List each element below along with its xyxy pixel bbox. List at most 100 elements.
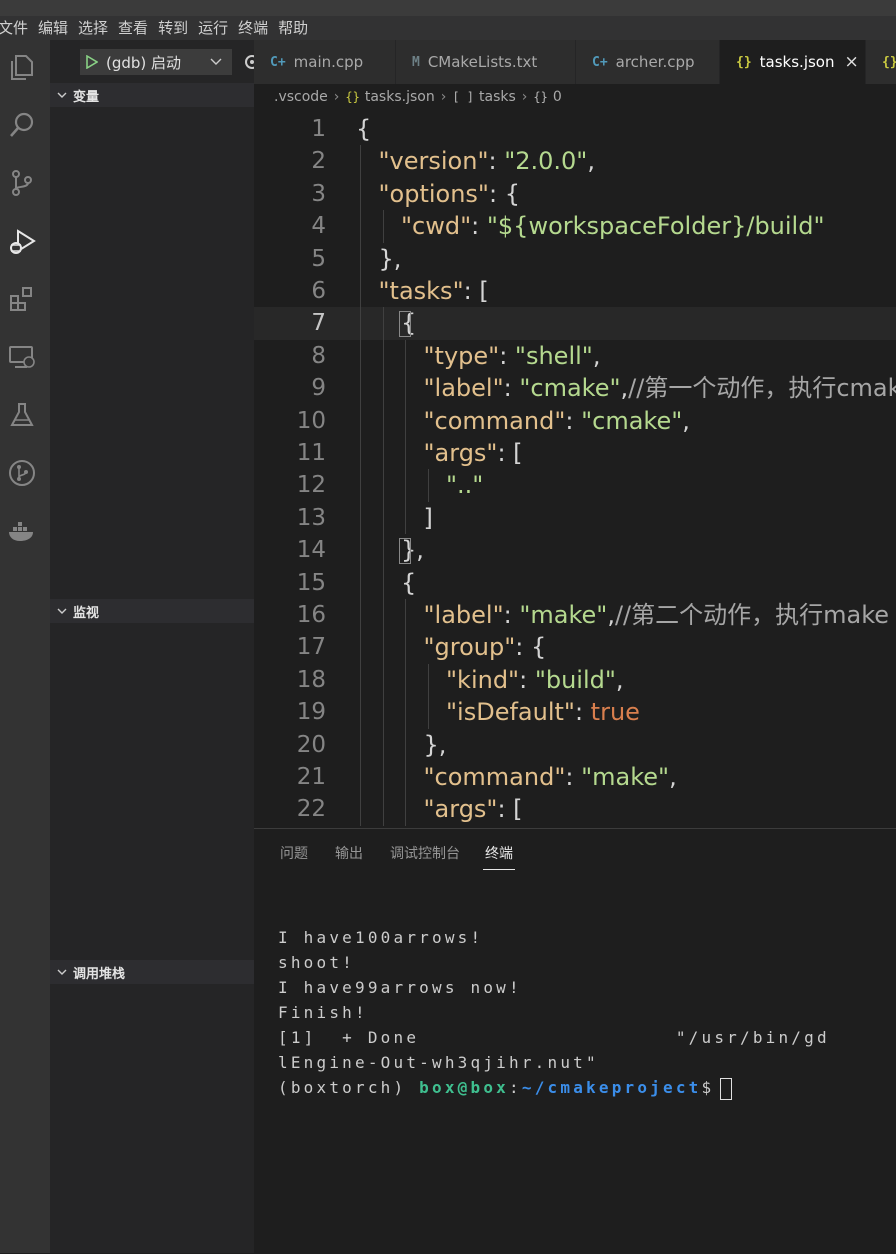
file-type-icon: C+ bbox=[592, 55, 608, 70]
menu-item[interactable]: 查看 bbox=[118, 16, 152, 40]
menu-item[interactable]: 选择 bbox=[78, 16, 112, 40]
run-debug-icon[interactable] bbox=[5, 224, 39, 258]
code-line[interactable]: 4"cwd": "${workspaceFolder}/build" bbox=[254, 210, 896, 242]
code-line[interactable]: 9"label": "cmake",//第一个动作，执行cmake bbox=[254, 372, 896, 404]
line-number: 6 bbox=[254, 275, 326, 307]
code-line[interactable]: 18"kind": "build", bbox=[254, 664, 896, 696]
code-line[interactable]: 11"args": [ bbox=[254, 437, 896, 469]
terminal-line: lEngine-Out-wh3qjihr.nut" bbox=[278, 1050, 830, 1075]
breadcrumb-file[interactable]: tasks.json bbox=[365, 89, 435, 105]
extensions-icon[interactable] bbox=[5, 282, 39, 316]
call-stack-section-header[interactable]: 调用堆栈 bbox=[50, 960, 254, 984]
panel-tab[interactable]: 输出 bbox=[335, 843, 363, 863]
code-line[interactable]: 15{ bbox=[254, 567, 896, 599]
menu-item[interactable]: 文件 bbox=[0, 16, 32, 40]
line-number: 7 bbox=[254, 307, 326, 339]
code-token: "${workspaceFolder}/build" bbox=[487, 212, 825, 240]
code-line[interactable]: 5}, bbox=[254, 243, 896, 275]
code-token: : [ bbox=[464, 277, 489, 305]
menu-item[interactable]: 帮助 bbox=[278, 16, 312, 40]
breadcrumb-folder[interactable]: .vscode bbox=[274, 89, 328, 105]
line-number: 18 bbox=[254, 664, 326, 696]
terminal-prompt[interactable]: (boxtorch) box@box:~/cmakeproject$ bbox=[278, 1075, 830, 1100]
editor-tab[interactable]: C+ archer.cpp bbox=[576, 40, 720, 84]
editor-tab[interactable]: C+main.cpp bbox=[254, 40, 396, 84]
code-editor[interactable]: 1{2"version": "2.0.0",3"options": {4"cwd… bbox=[254, 110, 896, 828]
code-token: : bbox=[471, 212, 487, 240]
testing-icon[interactable] bbox=[5, 398, 39, 432]
remote-explorer-icon[interactable] bbox=[5, 340, 39, 374]
code-line[interactable]: 21"command": "make", bbox=[254, 761, 896, 793]
indent-guide bbox=[383, 307, 384, 339]
code-token: ".." bbox=[446, 471, 483, 499]
indent-guide bbox=[360, 664, 361, 696]
line-number: 16 bbox=[254, 599, 326, 631]
panel-tab[interactable]: 终端 bbox=[485, 843, 513, 863]
code-token: : [ bbox=[497, 439, 522, 467]
variables-section-header[interactable]: 变量 bbox=[50, 83, 254, 107]
indent-guide bbox=[383, 437, 384, 469]
launch-config-select[interactable]: (gdb) 启动 bbox=[80, 49, 232, 75]
code-line[interactable]: 17"group": { bbox=[254, 631, 896, 663]
code-line[interactable]: 6"tasks": [ bbox=[254, 275, 896, 307]
file-type-icon: M bbox=[412, 55, 420, 70]
search-icon[interactable] bbox=[5, 108, 39, 142]
code-token: "make" bbox=[519, 601, 607, 629]
code-token: true bbox=[591, 698, 640, 726]
code-token: "label" bbox=[424, 374, 504, 402]
code-text: "cwd": "${workspaceFolder}/build" bbox=[401, 210, 825, 242]
launch-config-label: (gdb) 启动 bbox=[106, 52, 210, 73]
indent-guide bbox=[428, 696, 429, 728]
line-number: 11 bbox=[254, 437, 326, 469]
code-token: : bbox=[565, 763, 581, 791]
code-token: }, bbox=[379, 245, 402, 273]
breadcrumb-node-tasks[interactable]: tasks bbox=[479, 89, 516, 105]
debug-toolbar: (gdb) 启动 bbox=[50, 40, 254, 82]
indent-guide bbox=[405, 696, 406, 728]
code-line[interactable]: 20}, bbox=[254, 729, 896, 761]
docker-icon[interactable] bbox=[5, 514, 39, 548]
code-line[interactable]: 14}, bbox=[254, 534, 896, 566]
chevron-right-icon: › bbox=[334, 89, 340, 105]
editor-tab[interactable]: {}tasks.json× bbox=[720, 40, 866, 84]
code-line[interactable]: 12 ".." bbox=[254, 469, 896, 501]
code-line[interactable]: 22"args": [ bbox=[254, 793, 896, 825]
code-token: : [ bbox=[497, 795, 522, 823]
code-line[interactable]: 2"version": "2.0.0", bbox=[254, 145, 896, 177]
git-graph-icon[interactable] bbox=[5, 456, 39, 490]
start-debugging-icon[interactable] bbox=[86, 55, 98, 69]
indent-guide bbox=[405, 502, 406, 534]
tab-label: archer.cpp bbox=[616, 53, 695, 71]
files-icon[interactable] bbox=[5, 50, 39, 84]
code-token: ] bbox=[424, 504, 433, 532]
code-line[interactable]: 10"command": "cmake", bbox=[254, 405, 896, 437]
code-text: "version": "2.0.0", bbox=[379, 145, 596, 177]
menu-item[interactable]: 转到 bbox=[158, 16, 192, 40]
panel-tab[interactable]: 调试控制台 bbox=[390, 843, 460, 863]
menu-item[interactable]: 终端 bbox=[238, 16, 272, 40]
prompt-env: (boxtorch) bbox=[278, 1078, 406, 1097]
terminal-output[interactable]: I have100arrows!shoot!I have99arrows now… bbox=[278, 925, 830, 1100]
line-number: 12 bbox=[254, 469, 326, 501]
editor-tab[interactable]: MCMakeLists.txt bbox=[396, 40, 576, 84]
source-control-icon[interactable] bbox=[5, 166, 39, 200]
menu-item[interactable]: 编辑 bbox=[38, 16, 72, 40]
panel-tab[interactable]: 问题 bbox=[280, 843, 308, 863]
indent-guide bbox=[405, 631, 406, 663]
close-icon[interactable]: × bbox=[844, 52, 858, 72]
breadcrumb-node-index[interactable]: 0 bbox=[553, 89, 562, 105]
code-line[interactable]: 16"label": "make",//第二个动作，执行make bbox=[254, 599, 896, 631]
menu-item[interactable]: 运行 bbox=[198, 16, 232, 40]
code-line[interactable]: 8"type": "shell", bbox=[254, 340, 896, 372]
line-number: 17 bbox=[254, 631, 326, 663]
editor-tab[interactable]: {} bbox=[866, 40, 896, 84]
terminal-cursor bbox=[720, 1078, 732, 1100]
code-line[interactable]: 1{ bbox=[254, 113, 896, 145]
code-line[interactable]: 7{ bbox=[254, 307, 896, 339]
code-line[interactable]: 13] bbox=[254, 502, 896, 534]
code-line[interactable]: 19"isDefault": true bbox=[254, 696, 896, 728]
watch-section-header[interactable]: 监视 bbox=[50, 599, 254, 623]
indent-guide bbox=[383, 340, 384, 372]
code-line[interactable]: 3"options": { bbox=[254, 178, 896, 210]
indent-guide bbox=[383, 793, 384, 825]
